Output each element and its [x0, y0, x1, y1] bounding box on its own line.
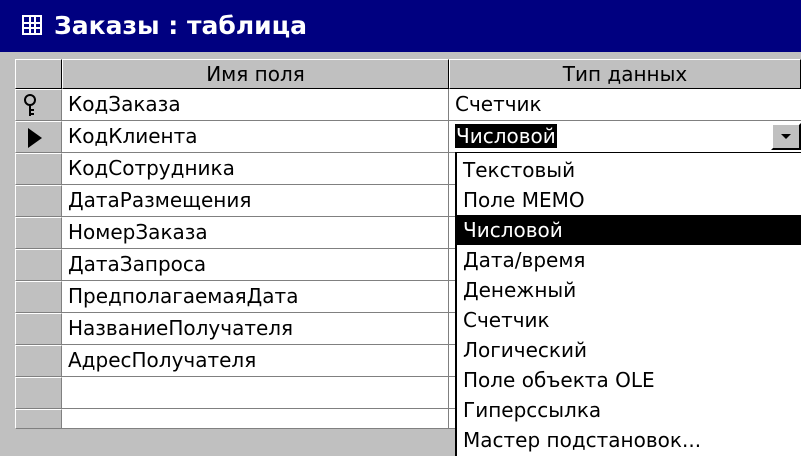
dropdown-option[interactable]: Поле MEMO	[457, 185, 801, 215]
dropdown-option[interactable]: Денежный	[457, 275, 801, 305]
field-name-cell[interactable]: НомерЗаказа	[62, 217, 449, 249]
dropdown-option[interactable]: Счетчик	[457, 305, 801, 335]
row-selector[interactable]	[15, 281, 62, 313]
field-name-cell[interactable]: НазваниеПолучателя	[62, 313, 449, 345]
row-selector[interactable]	[15, 313, 62, 345]
current-row-arrow-icon	[28, 128, 42, 148]
row-selector[interactable]	[15, 345, 62, 377]
data-type-combobox[interactable]: Числовой	[449, 121, 801, 153]
row-selector[interactable]	[15, 249, 62, 281]
dropdown-option[interactable]: Мастер подстановок...	[457, 425, 801, 455]
field-name-cell[interactable]: КодЗаказа	[62, 89, 449, 121]
field-name-cell[interactable]	[62, 377, 449, 409]
table-row[interactable]: КодКлиента Числовой	[15, 121, 801, 153]
dropdown-option[interactable]: Логический	[457, 335, 801, 365]
field-name-cell[interactable]: ДатаЗапроса	[62, 249, 449, 281]
field-name-cell[interactable]: КодСотрудника	[62, 153, 449, 185]
table-design-window: Заказы : таблица Имя поля Тип данных Код…	[0, 0, 801, 456]
header-corner	[15, 59, 62, 89]
data-type-dropdown-list[interactable]: Текстовый Поле MEMO Числовой Дата/время …	[455, 152, 801, 456]
table-icon	[22, 15, 42, 35]
row-selector[interactable]	[15, 217, 62, 249]
row-selector[interactable]	[15, 377, 62, 409]
field-name-cell[interactable]: АдресПолучателя	[62, 345, 449, 377]
data-type-cell[interactable]: Счетчик	[449, 89, 801, 121]
dropdown-option[interactable]: Текстовый	[457, 155, 801, 185]
window-title: Заказы : таблица	[54, 11, 308, 40]
primary-key-icon	[24, 94, 36, 116]
row-selector[interactable]	[15, 185, 62, 217]
row-selector[interactable]	[15, 409, 62, 429]
field-name-cell[interactable]: КодКлиента	[62, 121, 449, 153]
dropdown-option[interactable]: Поле объекта OLE	[457, 365, 801, 395]
row-selector[interactable]	[15, 121, 62, 153]
dropdown-option-selected[interactable]: Числовой	[457, 215, 801, 245]
row-selector[interactable]	[15, 153, 62, 185]
field-name-cell[interactable]	[62, 409, 449, 429]
data-type-combobox-value[interactable]: Числовой	[455, 124, 557, 148]
dropdown-arrow-icon[interactable]	[771, 123, 801, 150]
field-name-cell[interactable]: ДатаРазмещения	[62, 185, 449, 217]
dropdown-option[interactable]: Дата/время	[457, 245, 801, 275]
table-row[interactable]: КодЗаказа Счетчик	[15, 89, 801, 121]
field-name-cell[interactable]: ПредполагаемаяДата	[62, 281, 449, 313]
column-header-field-name[interactable]: Имя поля	[62, 59, 449, 89]
row-selector[interactable]	[15, 89, 62, 121]
dropdown-option[interactable]: Гиперссылка	[457, 395, 801, 425]
title-bar[interactable]: Заказы : таблица	[0, 0, 801, 52]
column-header-data-type[interactable]: Тип данных	[449, 59, 801, 89]
